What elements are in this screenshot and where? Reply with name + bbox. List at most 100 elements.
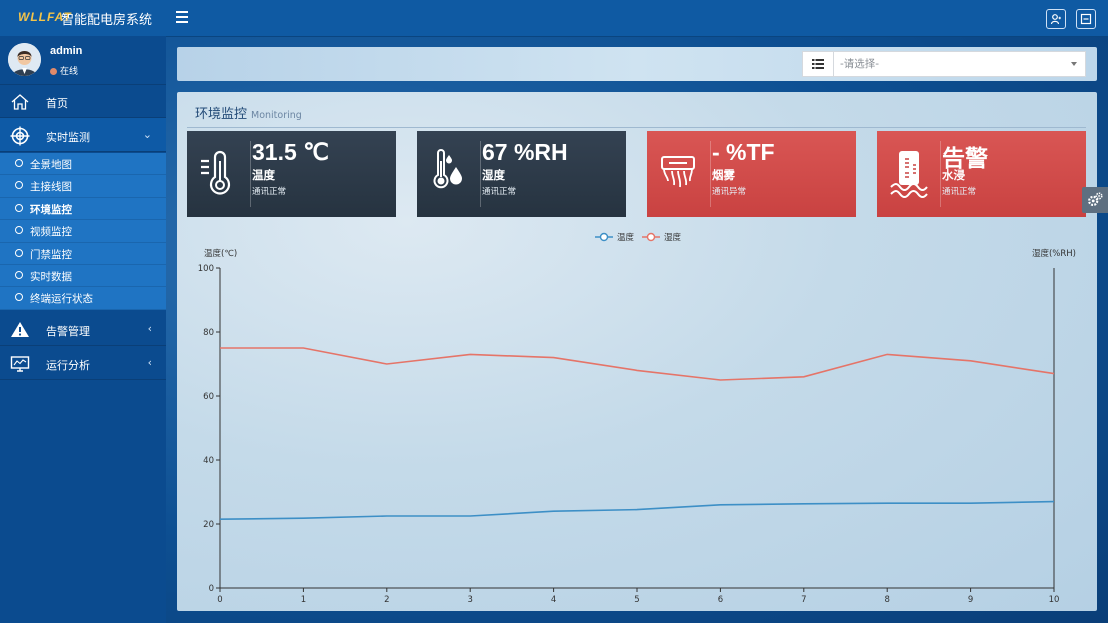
panel-title-text: 环境监控 xyxy=(195,107,248,122)
avatar xyxy=(8,43,41,76)
list-icon[interactable] xyxy=(803,52,834,76)
circle-icon xyxy=(15,248,23,257)
circle-icon xyxy=(15,293,23,302)
user-status: 在线 xyxy=(50,64,78,77)
chevron-left-icon: ‹ xyxy=(147,322,152,335)
submenu-label: 终端运行状态 xyxy=(30,293,93,306)
smoke-label: 烟雾 xyxy=(712,168,735,182)
x-tick-label: 10 xyxy=(1049,595,1060,605)
y-axis-title-right: 湿度(%RH) xyxy=(1032,248,1076,259)
y-axis-title-left: 温度(℃) xyxy=(204,248,237,259)
warning-icon xyxy=(11,322,29,337)
panel-subtitle: Monitoring xyxy=(251,110,302,121)
x-tick-label: 8 xyxy=(884,595,889,605)
submenu-label: 主接线图 xyxy=(30,181,72,194)
x-tick-label: 9 xyxy=(968,595,973,605)
submenu-item-wiring-diagram[interactable]: 主接线图 xyxy=(0,175,166,198)
gears-icon xyxy=(1088,192,1103,207)
temperature-status: 通讯正常 xyxy=(252,187,287,197)
chevron-down-icon: ⌄ xyxy=(142,128,152,141)
flood-icon xyxy=(890,151,928,198)
sidebar-item-label: 实时监测 xyxy=(46,131,90,144)
submenu-label: 实时数据 xyxy=(30,270,72,283)
y-tick-label: 40 xyxy=(203,456,214,466)
humidity-label: 湿度 xyxy=(482,168,505,182)
realtime-submenu: 全景地图 主接线图 环境监控 视频监控 门禁监控 实时数据 终端运行状态 xyxy=(0,153,166,310)
sidebar-item-home[interactable]: 首页 xyxy=(0,84,166,118)
smoke-value: - %TF xyxy=(712,139,775,165)
y-tick-label: 60 xyxy=(203,392,214,402)
submenu-item-realtime-data[interactable]: 实时数据 xyxy=(0,265,166,288)
thermometer-icon xyxy=(201,150,231,195)
x-tick-label: 1 xyxy=(301,595,306,605)
x-tick-label: 4 xyxy=(551,595,556,605)
y-tick-label: 80 xyxy=(203,328,214,338)
x-tick-label: 0 xyxy=(217,595,222,605)
settings-button[interactable] xyxy=(1082,187,1108,213)
logout-icon xyxy=(1080,13,1092,25)
y-tick-label: 100 xyxy=(198,264,214,274)
humidity-icon xyxy=(433,149,462,189)
menu-toggle-icon[interactable] xyxy=(176,11,188,23)
humidity-value: 67 %RH xyxy=(482,139,568,165)
user-panel: admin 在线 xyxy=(0,36,166,85)
circle-icon xyxy=(15,226,23,235)
flood-status: 通讯正常 xyxy=(942,187,977,197)
submenu-item-terminal-status[interactable]: 终端运行状态 xyxy=(0,287,166,310)
submenu-label: 环境监控 xyxy=(30,203,72,216)
app-title: 智能配电房系统 xyxy=(61,12,153,27)
target-icon xyxy=(10,126,30,146)
x-tick-label: 2 xyxy=(384,595,389,605)
series-line-humidity xyxy=(220,347,1055,381)
x-tick-label: 6 xyxy=(718,595,723,605)
legend-label: 湿度 xyxy=(664,232,682,243)
humidity-card[interactable]: 67 %RH 湿度 通讯正常 xyxy=(417,131,626,217)
device-select-value[interactable]: -请选择- xyxy=(834,52,1091,76)
smoke-card[interactable]: - %TF 烟雾 通讯异常 xyxy=(647,131,856,217)
temperature-card[interactable]: 31.5 ℃ 温度 通讯正常 xyxy=(187,131,396,217)
status-dot-icon xyxy=(50,68,57,75)
submenu-label: 全景地图 xyxy=(30,159,72,171)
sidebar-item-realtime-monitor[interactable]: 实时监测 ⌄ xyxy=(0,118,166,152)
sidebar-item-label: 运行分析 xyxy=(46,359,90,372)
sidebar-item-label: 告警管理 xyxy=(46,325,90,338)
submenu-item-panorama-map[interactable]: 全景地图 xyxy=(0,153,166,176)
top-bar: WLLFAT 智能配电房系统 xyxy=(0,0,1108,37)
flood-card[interactable]: 告警 水浸 通讯正常 xyxy=(877,131,1086,217)
avatar-icon xyxy=(8,43,41,76)
humidity-status: 通讯正常 xyxy=(482,187,517,197)
panel-divider xyxy=(187,127,1086,128)
circle-icon xyxy=(15,181,23,190)
sidebar-item-operation-analysis[interactable]: 运行分析 ‹ xyxy=(0,346,166,380)
user-icon xyxy=(1050,14,1061,25)
card-divider xyxy=(250,141,251,207)
panel-title: 环境监控 Monitoring xyxy=(195,103,302,122)
legend-marker xyxy=(646,232,656,242)
monitor-icon xyxy=(10,356,30,372)
submenu-item-video-monitor[interactable]: 视频监控 xyxy=(0,220,166,243)
environment-line-chart: 0 20 40 60 80 100 0 1 2 3 4 5 6 7 8 9 10 温度(℃) 湿度(%RH) 温度 湿度 xyxy=(198,232,1076,605)
sidebar-item-label: 首页 xyxy=(46,97,68,110)
sidebar: admin 在线 首页 实时监测 ⌄ 全景地图 主接线图 环境监控 视频监控 门… xyxy=(0,36,166,623)
circle-icon xyxy=(15,159,23,167)
caret-down-icon xyxy=(1071,62,1077,66)
submenu-label: 门禁监控 xyxy=(30,248,72,261)
submenu-item-access-control[interactable]: 门禁监控 xyxy=(0,243,166,265)
chevron-left-icon: ‹ xyxy=(147,356,152,369)
user-profile-button[interactable] xyxy=(1046,9,1066,29)
logout-button[interactable] xyxy=(1076,9,1096,29)
legend-marker xyxy=(599,232,609,242)
card-divider xyxy=(940,141,941,207)
circle-icon xyxy=(15,270,23,279)
card-divider xyxy=(710,141,711,207)
submenu-item-environment-monitor[interactable]: 环境监控 xyxy=(0,198,166,221)
temperature-value: 31.5 ℃ xyxy=(252,139,329,165)
x-tick-label: 3 xyxy=(467,595,472,605)
circle-icon xyxy=(15,203,23,212)
sidebar-item-alarm-management[interactable]: 告警管理 ‹ xyxy=(0,312,166,346)
temperature-label: 温度 xyxy=(252,168,275,182)
status-label: 在线 xyxy=(60,67,79,77)
y-tick-label: 20 xyxy=(203,520,214,530)
submenu-label: 视频监控 xyxy=(30,226,72,239)
device-select[interactable]: -请选择- xyxy=(802,51,1086,77)
